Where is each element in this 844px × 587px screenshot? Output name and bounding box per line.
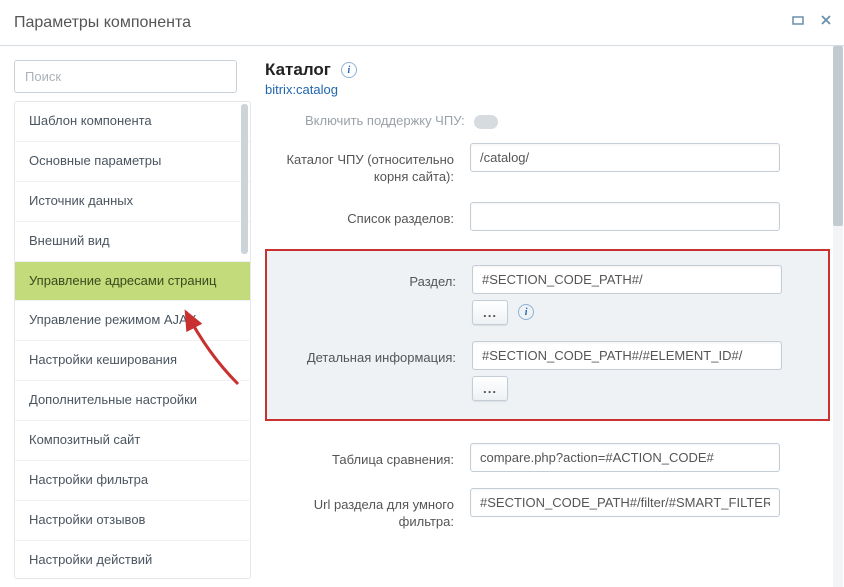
info-icon[interactable]: i [518, 304, 534, 320]
label-section: Раздел: [267, 265, 472, 291]
title-bar: Параметры компонента [0, 0, 844, 46]
label-detail: Детальная информация: [267, 341, 472, 367]
sidebar-item[interactable]: Управление режимом AJAX [15, 301, 250, 341]
label-compare: Таблица сравнения: [265, 443, 470, 469]
sef-toggle-label: Включить поддержку ЧПУ: [305, 113, 465, 128]
input-sections-list[interactable] [470, 202, 780, 231]
row-compare: Таблица сравнения: [265, 435, 830, 480]
page-title: Каталог [265, 60, 331, 80]
input-smart-filter[interactable] [470, 488, 780, 517]
maximize-button[interactable] [790, 12, 806, 28]
close-button[interactable] [818, 12, 834, 28]
window-title: Параметры компонента [14, 14, 191, 32]
highlight-box: Раздел: ... i Детальная информация: [265, 249, 830, 421]
sidebar-item[interactable]: Настройки отзывов [15, 501, 250, 541]
sidebar-item[interactable]: Шаблон компонента [15, 102, 250, 142]
search-wrap [14, 60, 237, 93]
nav-list: Шаблон компонентаОсновные параметрыИсточ… [15, 102, 250, 578]
row-sections-list: Список разделов: [265, 194, 830, 239]
sidebar-item[interactable]: Дополнительные настройки [15, 381, 250, 421]
info-icon[interactable]: i [341, 62, 357, 78]
sidebar-item[interactable]: Основные параметры [15, 142, 250, 182]
window-controls [790, 12, 834, 28]
input-catalog-sef[interactable] [470, 143, 780, 172]
row-catalog-sef: Каталог ЧПУ (относительно корня сайта): [265, 135, 830, 194]
input-compare[interactable] [470, 443, 780, 472]
main-scrollbar-thumb[interactable] [833, 46, 843, 226]
sef-toggle[interactable] [474, 115, 498, 129]
nav-container: Шаблон компонентаОсновные параметрыИсточ… [14, 101, 251, 579]
sidebar-item[interactable]: Источник данных [15, 182, 250, 222]
detail-browse-button[interactable]: ... [472, 376, 508, 401]
component-name: bitrix:catalog [265, 82, 844, 97]
sidebar-item[interactable]: Настройки фильтра [15, 461, 250, 501]
sef-toggle-row: Включить поддержку ЧПУ: [265, 113, 830, 135]
sidebar-item[interactable]: Внешний вид [15, 222, 250, 262]
label-smart-filter: Url раздела для умного фильтра: [265, 488, 470, 531]
params-scroll: Включить поддержку ЧПУ: Каталог ЧПУ (отн… [265, 107, 844, 587]
label-sections-list: Список разделов: [265, 202, 470, 228]
row-section: Раздел: ... i [267, 257, 828, 333]
search-input[interactable] [15, 61, 236, 92]
sidebar-scrollbar[interactable] [241, 104, 248, 254]
sidebar: Шаблон компонентаОсновные параметрыИсточ… [0, 46, 251, 587]
row-detail: Детальная информация: ... [267, 333, 828, 409]
input-detail[interactable] [472, 341, 782, 370]
section-browse-button[interactable]: ... [472, 300, 508, 325]
sidebar-item[interactable]: Настройки кеширования [15, 341, 250, 381]
main-panel: Каталог i bitrix:catalog Включить поддер… [251, 46, 844, 587]
row-smart-filter: Url раздела для умного фильтра: [265, 480, 830, 539]
sidebar-item[interactable]: Композитный сайт [15, 421, 250, 461]
label-catalog-sef: Каталог ЧПУ (относительно корня сайта): [265, 143, 470, 186]
sidebar-item[interactable]: Управление адресами страниц [15, 262, 250, 302]
input-section[interactable] [472, 265, 782, 294]
sidebar-item[interactable]: Настройки действий [15, 541, 250, 578]
